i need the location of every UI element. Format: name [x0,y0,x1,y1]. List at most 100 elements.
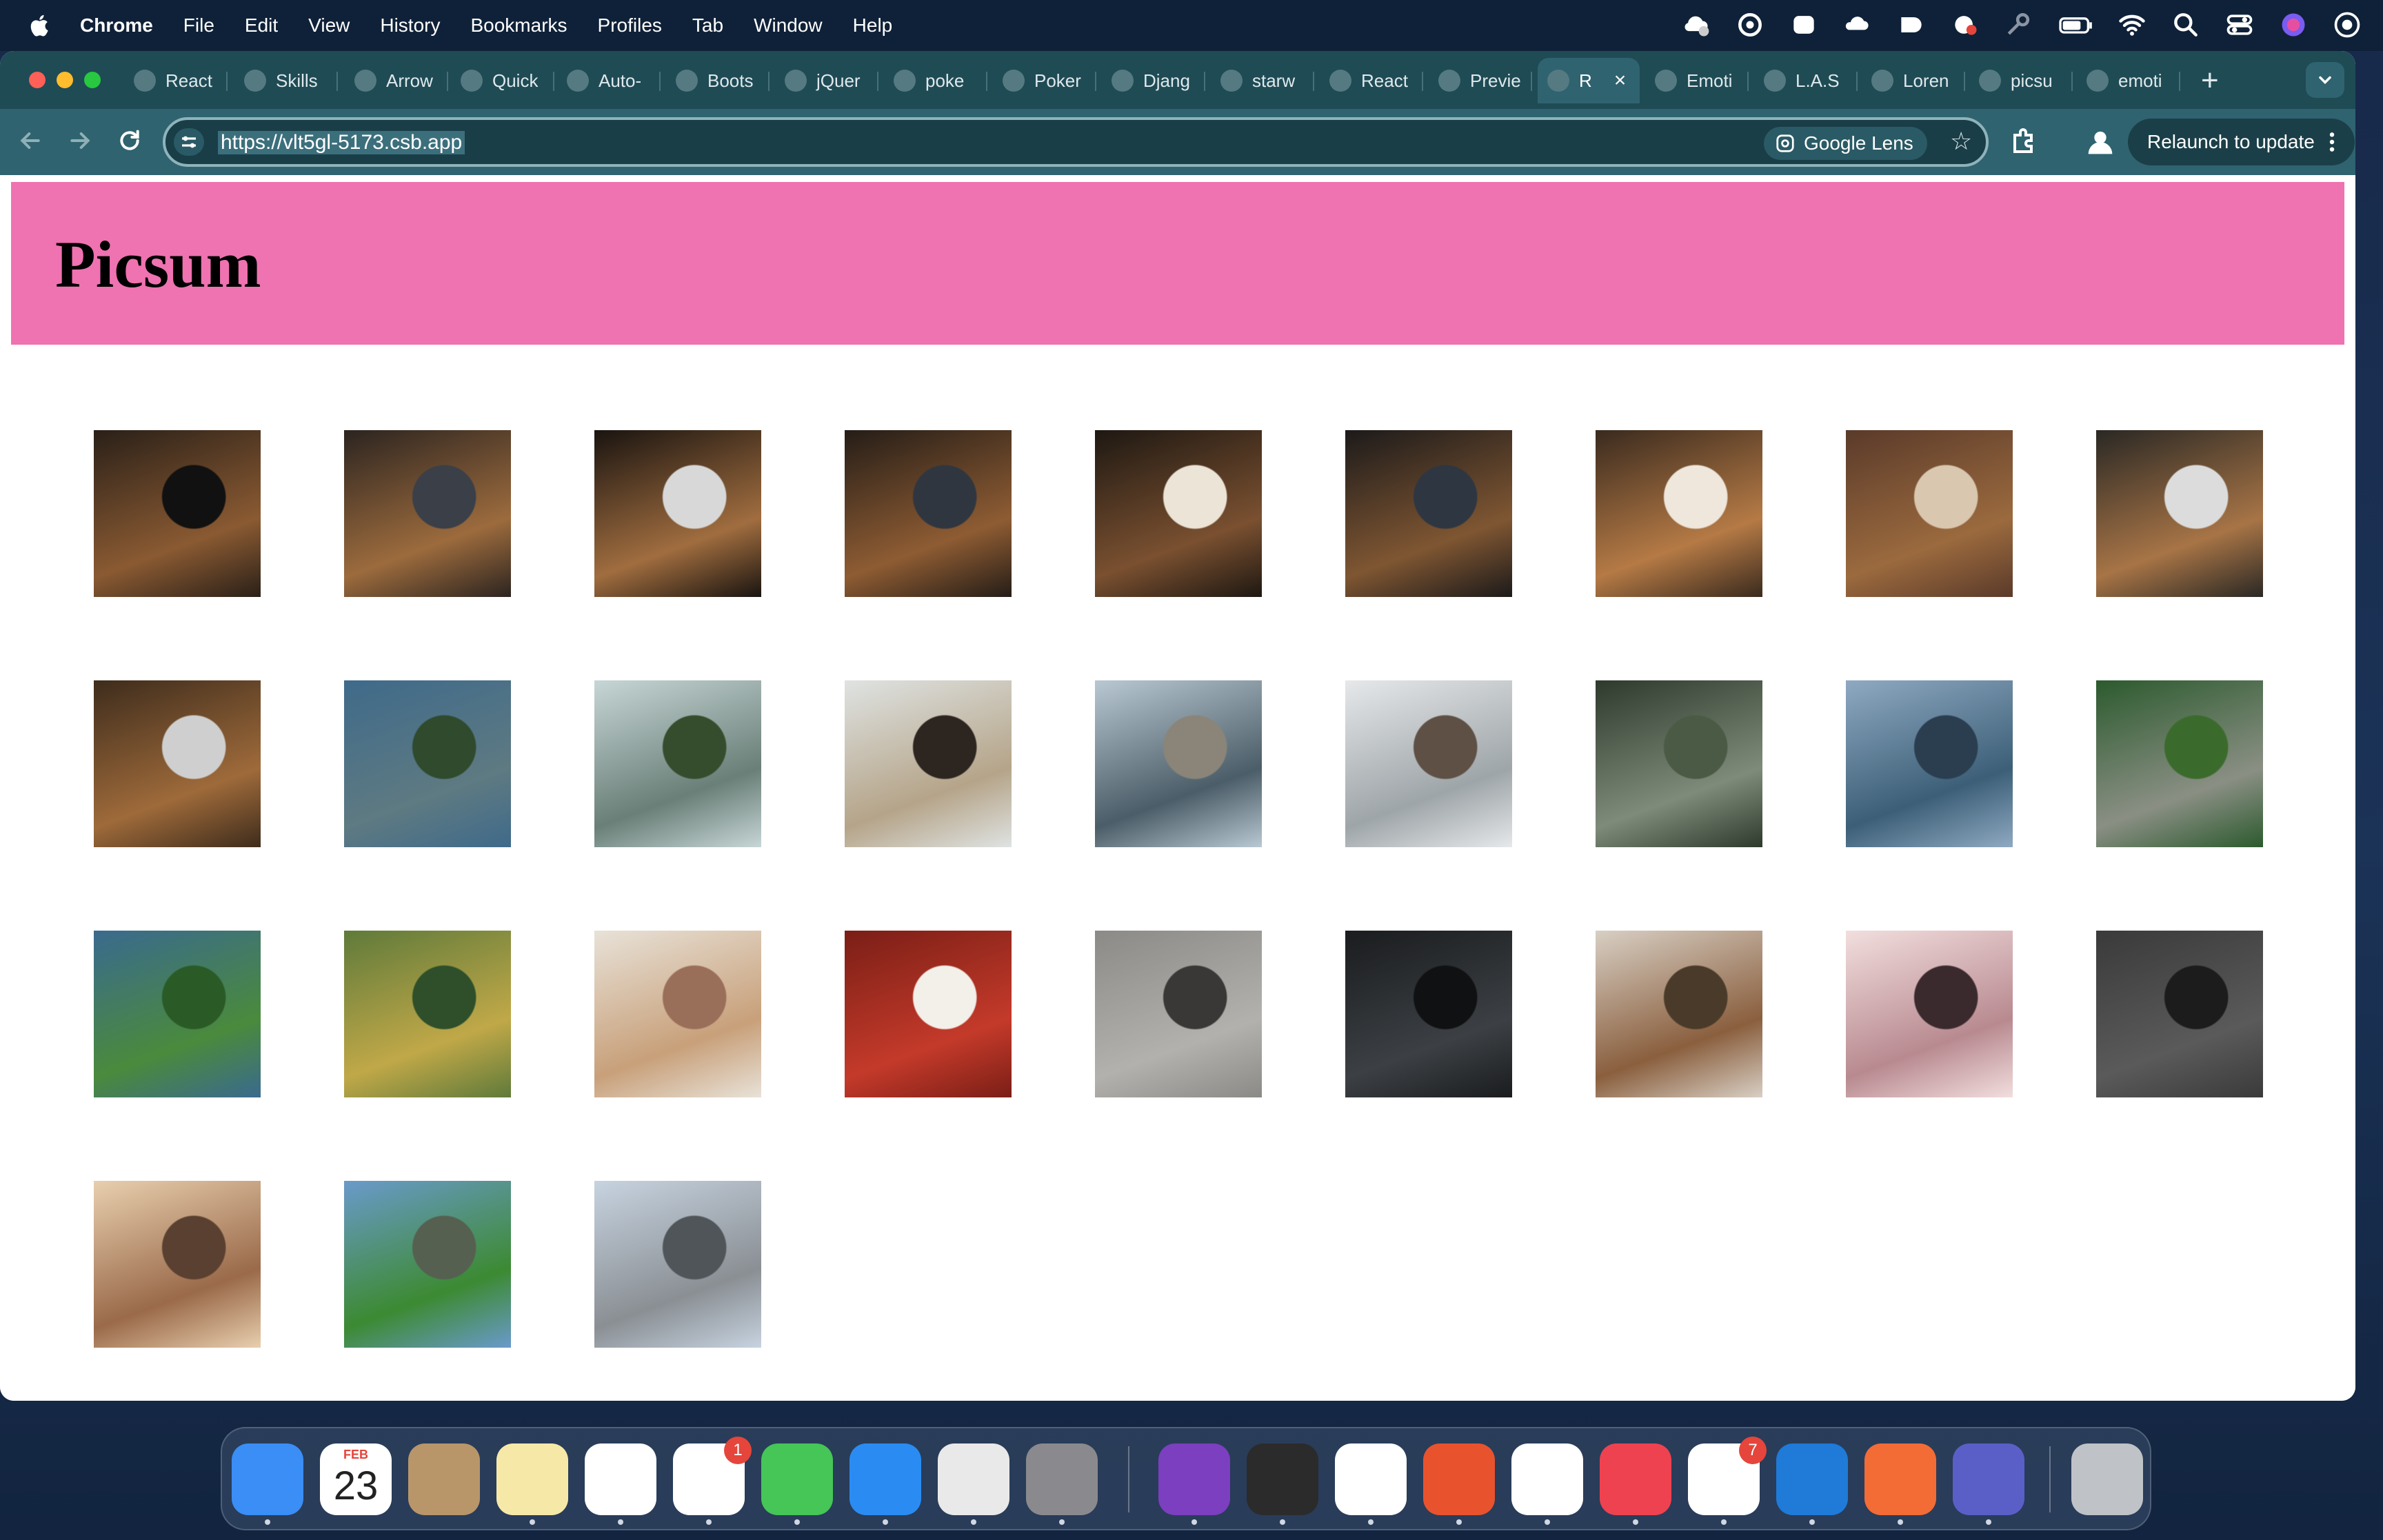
forward-button[interactable] [65,127,95,157]
browser-tab[interactable]: Auto- [557,58,661,103]
gallery-image[interactable] [1846,430,2013,597]
cloud-sync-icon[interactable] [1842,10,1873,40]
gallery-image[interactable] [1596,931,1762,1097]
blocked-status-icon[interactable] [1950,10,1980,40]
gallery-image[interactable] [594,931,761,1097]
wifi-icon[interactable] [2117,10,2147,40]
profile-avatar-icon[interactable] [2082,124,2118,160]
close-window-button[interactable] [29,72,46,88]
control-center-icon[interactable] [2224,10,2255,40]
browser-tab[interactable]: Skills [234,58,338,103]
google-lens-button[interactable]: Google Lens [1764,127,1927,160]
gallery-image[interactable] [94,680,261,847]
browser-tab[interactable]: Emoti [1645,58,1749,103]
menu-help[interactable]: Help [853,14,893,37]
browser-tab[interactable]: Boots [666,58,770,103]
menu-tab[interactable]: Tab [692,14,723,37]
menu-app-name[interactable]: Chrome [80,14,153,37]
gallery-image[interactable] [1095,931,1262,1097]
battery-icon[interactable] [2058,10,2093,40]
back-button[interactable] [15,127,46,157]
user-account-icon[interactable] [2332,10,2362,40]
messages-icon[interactable] [761,1443,833,1525]
gallery-image[interactable] [2096,931,2263,1097]
menu-window[interactable]: Window [754,14,823,37]
gallery-image[interactable] [1095,430,1262,597]
menu-view[interactable]: View [308,14,350,37]
gallery-image[interactable] [94,931,261,1097]
tandem-icon[interactable] [1511,1443,1583,1525]
gallery-image[interactable] [1345,680,1512,847]
gallery-image[interactable] [1596,430,1762,597]
browser-tab[interactable]: Previe [1429,58,1532,103]
chrome-icon[interactable] [938,1443,1009,1525]
teams-icon[interactable] [1953,1443,2024,1525]
gallery-image[interactable] [1846,680,2013,847]
gallery-image[interactable] [2096,430,2263,597]
url-text[interactable]: https://vlt5gl-5173.csb.app [218,131,465,154]
freeform-icon[interactable] [585,1443,656,1525]
browser-tab[interactable]: L.A.S [1754,58,1858,103]
browser-tab[interactable]: React [124,58,228,103]
menu-bookmarks[interactable]: Bookmarks [470,14,567,37]
tab-close-icon[interactable]: × [1614,69,1627,92]
extensions-puzzle-icon[interactable] [2008,125,2041,159]
zoom-window-button[interactable] [84,72,101,88]
gallery-image[interactable] [2096,680,2263,847]
browser-tab[interactable]: Djang [1102,58,1205,103]
vscode-icon[interactable] [1776,1443,1848,1525]
gallery-image[interactable] [845,680,1012,847]
browser-tab[interactable]: picsu [1969,58,2073,103]
browser-tab[interactable]: jQuer [775,58,878,103]
icloud-status-icon[interactable] [1681,10,1711,40]
contacts-icon[interactable] [408,1443,480,1515]
gallery-image[interactable] [344,430,511,597]
trash-icon[interactable] [2071,1443,2143,1515]
remote-desktop-icon[interactable] [1423,1443,1495,1525]
office-icon[interactable]: 7 [1688,1437,1767,1525]
notes-icon[interactable] [496,1443,568,1525]
gallery-image[interactable] [94,1181,261,1348]
gallery-image[interactable] [1846,931,2013,1097]
gallery-image[interactable] [594,1181,761,1348]
brave-icon[interactable] [1600,1443,1671,1525]
system-settings-icon[interactable] [1026,1443,1098,1525]
browser-tab[interactable]: R × [1538,58,1640,103]
minimize-window-button[interactable] [57,72,73,88]
browser-tab[interactable]: emoti [2077,58,2180,103]
gallery-image[interactable] [845,931,1012,1097]
reminders-icon[interactable]: 1 [673,1437,752,1525]
apple-menu-icon[interactable] [26,12,54,39]
browser-tab[interactable]: poke [884,58,987,103]
browser-tab[interactable]: Poker [993,58,1096,103]
app-status-icon[interactable] [1789,10,1819,40]
github-desktop-icon[interactable] [1158,1443,1230,1525]
copilot-status-icon[interactable] [1735,10,1765,40]
menu-edit[interactable]: Edit [245,14,278,37]
site-info-button[interactable] [174,128,204,156]
spotlight-search-icon[interactable] [2171,10,2201,40]
slack-icon[interactable] [1335,1443,1407,1525]
gallery-image[interactable] [1095,680,1262,847]
key-icon[interactable] [2004,10,2034,40]
drive-status-icon[interactable] [1896,10,1927,40]
browser-tab[interactable]: Quick [451,58,554,103]
gallery-image[interactable] [845,430,1012,597]
gallery-image[interactable] [594,430,761,597]
browser-tab[interactable]: React [1320,58,1423,103]
reload-button[interactable] [114,127,145,157]
postman-icon[interactable] [1864,1443,1936,1525]
address-bar[interactable]: https://vlt5gl-5173.csb.app Google Lens … [163,117,1989,167]
bookmark-star-icon[interactable]: ☆ [1950,127,1972,156]
finder-icon[interactable] [232,1443,303,1525]
browser-tab[interactable]: starw [1211,58,1314,103]
menu-file[interactable]: File [183,14,214,37]
app-store-icon[interactable] [849,1443,921,1525]
menu-history[interactable]: History [380,14,440,37]
new-tab-button[interactable]: + [2201,63,2219,98]
gallery-image[interactable] [344,1181,511,1348]
relaunch-to-update-button[interactable]: Relaunch to update [2128,119,2355,165]
browser-tab[interactable]: Arrow [345,58,448,103]
browser-tab[interactable]: Loren [1862,58,1965,103]
gallery-image[interactable] [1345,430,1512,597]
